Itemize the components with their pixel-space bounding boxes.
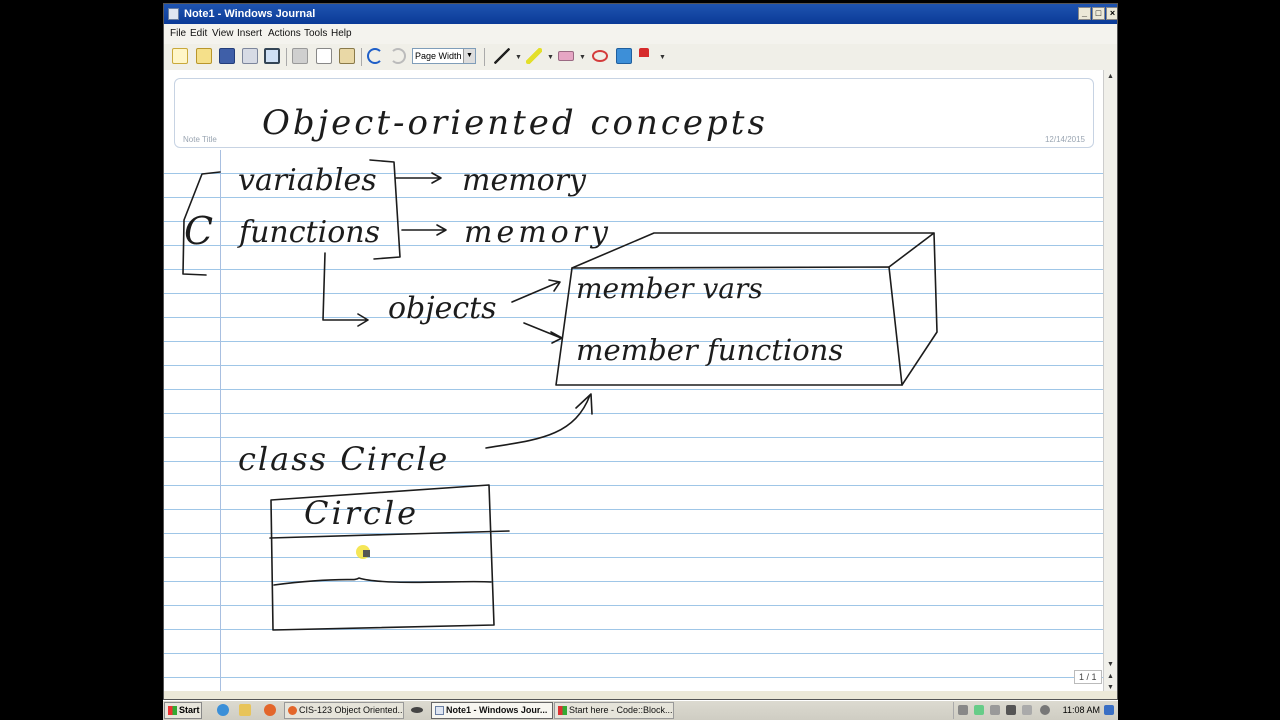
menu-tools[interactable]: Tools	[304, 24, 327, 44]
hw-circle-box-label: Circle	[304, 494, 419, 532]
firefox-icon[interactable]	[264, 704, 276, 716]
highlighter-dropdown-icon[interactable]: ▼	[547, 54, 554, 61]
explorer-icon[interactable]	[239, 704, 251, 716]
paste-icon[interactable]	[339, 48, 355, 64]
pen-cursor-icon	[356, 545, 370, 559]
menu-view[interactable]: View	[212, 24, 234, 44]
taskbar-item-codeblocks[interactable]: Start here - Code::Block...	[554, 702, 674, 719]
arrow-to-object-box	[485, 393, 593, 449]
new-note-icon[interactable]	[172, 48, 188, 64]
toolbar: Page Width ▼ ▼ ▼ ▼ ▼	[164, 44, 1117, 71]
flag-dropdown-icon[interactable]: ▼	[659, 54, 666, 61]
open-icon[interactable]	[196, 48, 212, 64]
menu-file[interactable]: File	[170, 24, 186, 44]
eraser-icon[interactable]	[558, 51, 574, 61]
journal-app-icon	[168, 8, 179, 20]
hw-objects: objects	[388, 291, 497, 326]
taskbar-item-journal[interactable]: Note1 - Windows Jour...	[431, 702, 553, 719]
hw-class-circle: class Circle	[238, 440, 449, 478]
journal-window: Note1 - Windows Journal _ □ × File Edit …	[163, 3, 1118, 700]
tray-expand-icon[interactable]	[958, 705, 968, 715]
hw-variables: variables	[238, 163, 377, 198]
hw-member-vars: member vars	[576, 272, 763, 305]
taskbar: Start CIS-123 Object Oriented... Note1 -…	[163, 700, 1118, 720]
system-tray: 11:08 AM	[953, 702, 1118, 719]
pen-icon[interactable]	[494, 48, 510, 64]
hw-functions: functions	[237, 215, 380, 250]
menu-bar: File Edit View Insert Actions Tools Help	[164, 24, 1117, 44]
redo-icon[interactable]	[390, 48, 406, 64]
pen-dropdown-icon[interactable]: ▼	[515, 54, 522, 61]
close-button[interactable]: ×	[1106, 7, 1117, 20]
note-page[interactable]: Note Title 12/14/2015 Object-oriented co…	[164, 70, 1103, 691]
window-title: Note1 - Windows Journal	[184, 8, 316, 20]
object-box-top	[571, 232, 935, 269]
arrow-to-memory-1	[395, 172, 442, 184]
taskbar-item-label: Note1 - Windows Jour...	[446, 705, 548, 715]
lasso-select-icon[interactable]	[592, 50, 608, 62]
scroll-down-icon[interactable]: ▼	[1105, 659, 1116, 671]
menu-edit[interactable]: Edit	[190, 24, 207, 44]
hw-memory-1: memory	[462, 163, 587, 198]
arrow-to-member-functions	[523, 322, 563, 344]
show-desktop-icon[interactable]	[1104, 705, 1114, 715]
minimize-button[interactable]: _	[1078, 7, 1091, 20]
ie-icon[interactable]	[217, 704, 229, 716]
menu-actions[interactable]: Actions	[268, 24, 301, 44]
start-label: Start	[179, 705, 200, 715]
object-box-side	[901, 232, 938, 386]
highlighter-icon[interactable]	[526, 48, 542, 64]
arrow-to-member-vars	[511, 279, 561, 303]
find-icon[interactable]	[264, 48, 280, 64]
print-icon[interactable]	[242, 48, 258, 64]
flag-icon[interactable]	[639, 48, 649, 64]
insert-space-icon[interactable]	[616, 48, 632, 64]
save-icon[interactable]	[219, 48, 235, 64]
volume-icon[interactable]	[1040, 705, 1050, 715]
page-count: 1 / 1	[1074, 670, 1102, 684]
zoom-select[interactable]: Page Width ▼	[412, 48, 476, 64]
eraser-dropdown-icon[interactable]: ▼	[579, 54, 586, 61]
taskbar-item-label: Start here - Code::Block...	[569, 705, 673, 715]
network-icon[interactable]	[990, 705, 1000, 715]
clock[interactable]: 11:08 AM	[1063, 702, 1100, 719]
scroll-up-icon[interactable]: ▲	[1105, 71, 1116, 83]
taskbar-item-label: CIS-123 Object Oriented...	[299, 705, 404, 715]
hw-member-functions: member functions	[576, 333, 843, 367]
codeblocks-icon	[558, 706, 567, 715]
arrow-to-objects	[322, 252, 369, 327]
windows-logo-icon	[168, 706, 177, 715]
next-page-icon[interactable]: ▼	[1105, 682, 1116, 694]
hw-c-letter: C	[184, 209, 213, 253]
journal-icon	[435, 706, 444, 715]
vertical-scrollbar[interactable]: ▲ ▼ ▲ ▼	[1103, 70, 1117, 691]
cut-icon[interactable]	[292, 48, 308, 64]
firefox-icon	[288, 706, 297, 715]
chevron-down-icon: ▼	[463, 49, 475, 63]
taskbar-item-firefox[interactable]: CIS-123 Object Oriented...	[284, 702, 404, 719]
arrow-to-memory-2	[401, 224, 447, 236]
title-bar: Note1 - Windows Journal _ □ ×	[164, 4, 1117, 24]
undo-icon[interactable]	[367, 48, 383, 64]
start-button[interactable]: Start	[164, 702, 202, 719]
zoom-value: Page Width	[415, 51, 462, 61]
infinity-icon[interactable]	[411, 707, 423, 713]
hw-memory-2: memory	[464, 215, 612, 250]
handwriting-layer: Object-oriented concepts variables memor…	[182, 103, 938, 631]
class-box-divider-2	[273, 577, 492, 586]
maximize-button[interactable]: □	[1092, 7, 1105, 20]
tray-app-icon[interactable]	[974, 705, 984, 715]
handwritten-title: Object-oriented concepts	[262, 103, 768, 143]
copy-icon[interactable]	[316, 48, 332, 64]
menu-insert[interactable]: Insert	[237, 24, 262, 44]
tray-app-icon[interactable]	[1006, 705, 1016, 715]
class-box-divider-1	[269, 530, 510, 539]
tray-app-icon[interactable]	[1022, 705, 1032, 715]
menu-help[interactable]: Help	[331, 24, 352, 44]
